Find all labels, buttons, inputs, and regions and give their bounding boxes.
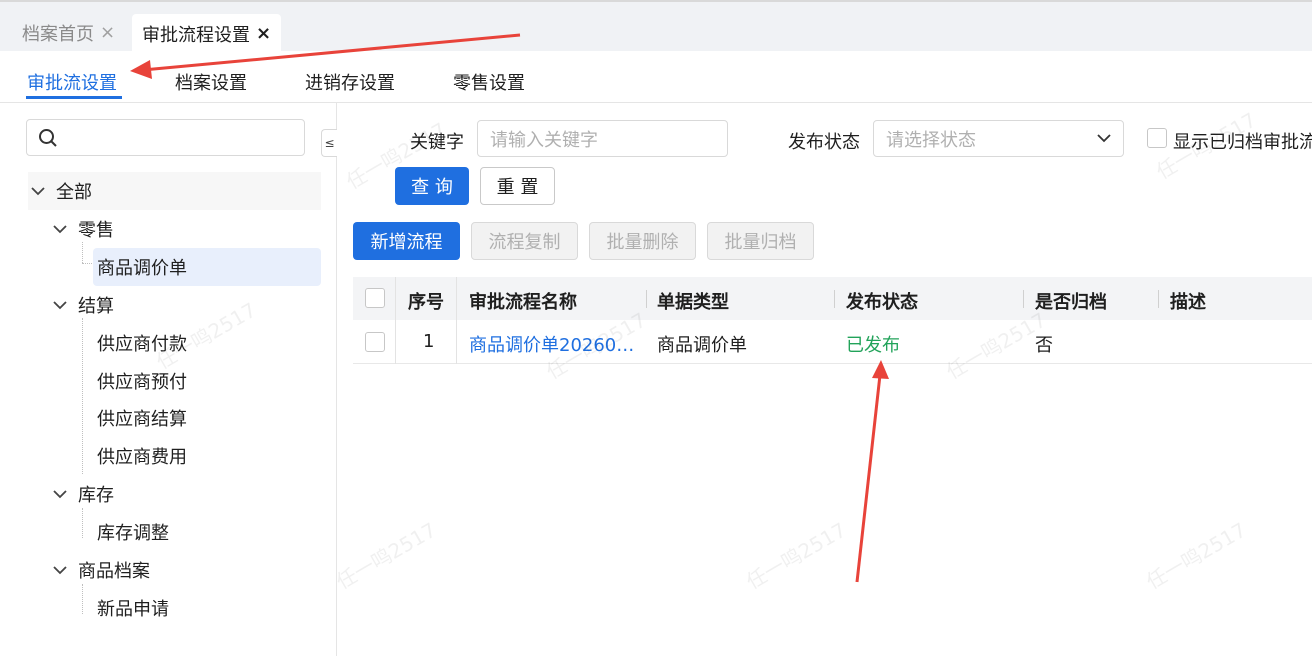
close-icon[interactable]: × [256,23,271,44]
reset-button[interactable]: 重 置 [480,167,555,205]
keyword-input[interactable]: 请输入关键字 [477,120,728,157]
show-archived-label: 显示已归档审批流 [1173,132,1312,153]
flow-name-link[interactable]: 商品调价单20260… [469,331,634,357]
tree-node-new-product[interactable]: 新品申请 [97,589,169,627]
tree-node-settlement[interactable]: 结算 [50,286,114,324]
active-tab-indicator [26,96,122,99]
column-divider [456,320,457,364]
column-header-name[interactable]: 审批流程名称 [469,288,577,314]
tab-label: 审批流程设置 [142,24,250,46]
chevron-down-icon[interactable] [28,186,48,196]
tree-node-product-archive[interactable]: 商品档案 [50,551,150,589]
tab-approval-flow[interactable]: 审批流设置 [27,69,117,95]
column-divider [395,320,396,364]
tree-search-input[interactable] [26,119,305,156]
tree-node-supplier-expense[interactable]: 供应商费用 [97,437,187,475]
tab-approval-flow-settings[interactable]: 审批流程设置 × [132,14,282,53]
column-divider [1158,290,1159,308]
row-checkbox[interactable] [365,332,385,352]
collapse-icon: ≤ [324,136,335,150]
tree-node-supplier-prepay[interactable]: 供应商预付 [97,362,187,400]
tree-node-label: 结算 [78,296,114,317]
row-archived: 否 [1035,335,1053,356]
query-button[interactable]: 查 询 [395,167,469,205]
status-select[interactable]: 请选择状态 [873,120,1124,157]
chevron-down-icon[interactable] [50,300,70,310]
add-flow-button[interactable]: 新增流程 [353,222,460,260]
tree-node-label: 供应商预付 [97,372,187,393]
chevron-down-icon[interactable] [50,224,70,234]
show-archived-checkbox[interactable] [1147,128,1167,148]
keyword-label: 关键字 [410,132,464,153]
column-header-doc-type[interactable]: 单据类型 [657,288,729,314]
batch-delete-button[interactable]: 批量删除 [589,222,696,260]
column-divider [646,290,647,308]
column-divider [1023,290,1024,308]
select-all-checkbox[interactable] [365,288,385,308]
search-icon [39,129,57,147]
tree-node-label: 供应商付款 [97,334,187,355]
copy-flow-button[interactable]: 流程复制 [471,222,578,260]
tree-node-inventory[interactable]: 库存 [50,475,114,513]
watermark: 任一鸣2517 [332,517,441,594]
tree-node-label: 商品调价单 [97,258,187,279]
tree-node-label: 商品档案 [78,561,150,582]
tree-node-retail[interactable]: 零售 [50,210,114,248]
column-divider [834,290,835,308]
column-divider [395,277,396,320]
settings-tab-bar: 审批流设置 档案设置 进销存设置 零售设置 [0,51,1312,103]
tree-node-label: 全部 [56,182,92,203]
tree-node-label: 库存 [78,485,114,506]
tab-inventory-settings[interactable]: 进销存设置 [305,69,395,95]
column-header-index: 序号 [408,292,444,313]
chevron-down-icon[interactable] [50,489,70,499]
annotation-arrow-line [855,374,882,583]
tree-node-supplier-payment[interactable]: 供应商付款 [97,324,187,362]
column-divider [456,277,457,320]
tree-node-label: 新品申请 [97,599,169,620]
close-icon[interactable]: × [100,22,115,43]
table-row[interactable]: 1 商品调价单20260… 商品调价单 已发布 否 [353,320,1312,364]
chevron-down-icon [1097,134,1111,143]
table-header: 序号 审批流程名称 单据类型 发布状态 是否归档 描述 [353,277,1312,320]
tree-connector [82,318,83,474]
tree-node-label: 供应商费用 [97,447,187,468]
tree-node-label: 供应商结算 [97,409,187,430]
tab-archive-home[interactable]: 档案首页 × [12,14,125,51]
collapse-sidebar-button[interactable]: ≤ [321,129,337,157]
tree-node-label: 库存调整 [97,523,169,544]
status-badge: 已发布 [846,335,900,356]
status-placeholder: 请选择状态 [886,129,976,151]
column-header-archived[interactable]: 是否归档 [1035,288,1107,314]
row-index: 1 [423,331,435,352]
app-root: 档案首页 × 审批流程设置 × 审批流设置 档案设置 进销存设置 零售设置 ≤ [0,0,1312,656]
tree-node-label: 零售 [78,220,114,241]
tab-archive-settings[interactable]: 档案设置 [175,69,247,95]
window-tab-bar: 档案首页 × 审批流程设置 × [0,0,1312,53]
status-label: 发布状态 [788,132,860,153]
tree-node-inventory-adjust[interactable]: 库存调整 [97,513,169,551]
column-header-description[interactable]: 描述 [1170,288,1206,314]
tree-node-all[interactable]: 全部 [28,172,321,210]
tab-label: 档案首页 [22,23,94,45]
row-doc-type: 商品调价单 [657,335,747,356]
watermark: 任一鸣2517 [1142,517,1251,594]
tree-node-supplier-settlement[interactable]: 供应商结算 [97,399,187,437]
tree-node-price-adjustment[interactable]: 商品调价单 [93,248,321,286]
batch-archive-button[interactable]: 批量归档 [707,222,814,260]
keyword-placeholder: 请输入关键字 [490,129,598,151]
chevron-down-icon[interactable] [50,565,70,575]
column-header-status[interactable]: 发布状态 [846,288,918,314]
tab-retail-settings[interactable]: 零售设置 [453,69,525,95]
watermark: 任一鸣2517 [742,517,851,594]
sidebar: ≤ 全部 零售 商品调价单 结算 供应商付款 供应商预付 供应商结算 供应商费用… [0,103,337,656]
